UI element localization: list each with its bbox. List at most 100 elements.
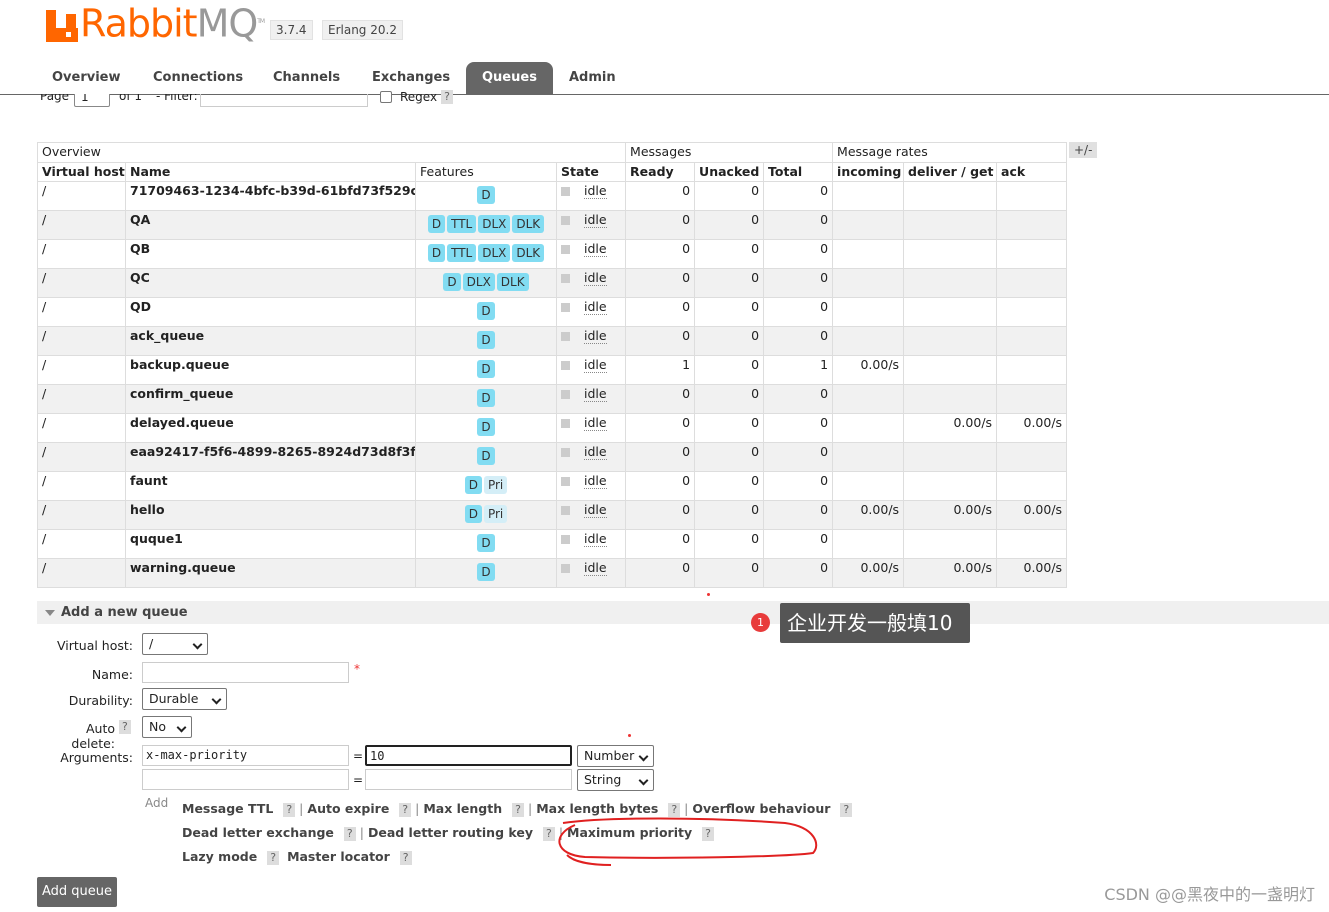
queue-name-link[interactable]: backup.queue xyxy=(125,355,416,385)
queue-name-link[interactable]: warning.queue xyxy=(125,558,416,588)
col-total[interactable]: Total xyxy=(763,162,834,182)
table-row[interactable]: / delayed.queue Didle 0 0 0 0.00/s 0.00/s xyxy=(37,413,1068,443)
unacked-cell: 0 xyxy=(694,297,765,327)
queue-name-link[interactable]: QD xyxy=(125,297,416,327)
argument-shortcut-link[interactable]: Lazy mode xyxy=(182,849,257,864)
table-row[interactable]: / ququе1 Didle 0 0 0 xyxy=(37,529,1068,559)
incoming-rate-cell xyxy=(832,210,905,240)
table-row[interactable]: / eaa92417-f5f6-4899-8265-8924d73d8f3f Did… xyxy=(37,442,1068,472)
tab-channels[interactable]: Channels xyxy=(257,62,356,94)
columns-toggle-button[interactable]: +/- xyxy=(1069,142,1098,158)
table-row[interactable]: / faunt D Pri idle 0 0 0 xyxy=(37,471,1068,501)
filter-input[interactable] xyxy=(200,94,368,107)
incoming-rate-cell xyxy=(832,413,905,443)
queue-name-link[interactable]: QB xyxy=(125,239,416,269)
tab-overview[interactable]: Overview xyxy=(36,62,137,94)
table-row[interactable]: /71709463-1234-4bfc-b39d-61bfd73f529c Did… xyxy=(37,181,1068,211)
incoming-rate-cell: 0.00/s xyxy=(832,500,905,530)
tab-connections[interactable]: Connections xyxy=(137,62,259,94)
argument-shortcut-link[interactable]: Dead letter exchange xyxy=(182,825,334,840)
argument-shortcut-link[interactable]: Message TTL xyxy=(182,801,273,816)
queue-name-link[interactable]: delayed.queue xyxy=(125,413,416,443)
tab-queues[interactable]: Queues xyxy=(466,62,553,94)
argument-shortcut-link[interactable]: Max length xyxy=(423,801,502,816)
argument-shortcut-link[interactable]: Max length bytes xyxy=(536,801,658,816)
col-unacked[interactable]: Unacked xyxy=(694,162,765,182)
col-incoming[interactable]: incoming xyxy=(832,162,905,182)
ack-rate-cell xyxy=(996,384,1068,414)
argument-shortcut-link[interactable]: Dead letter routing key xyxy=(368,825,533,840)
queue-name-input[interactable] xyxy=(142,662,349,683)
queue-name-link[interactable]: QA xyxy=(125,210,416,240)
col-virtual-host[interactable]: Virtual host xyxy=(37,162,126,182)
ready-cell: 0 xyxy=(625,384,696,414)
help-icon[interactable]: ? xyxy=(840,803,853,817)
argument-type-select-1[interactable]: Number xyxy=(577,745,654,767)
argument-key-input-2[interactable] xyxy=(142,769,349,790)
watermark: CSDN @@黑夜中的一盏明灯 xyxy=(1104,885,1315,904)
table-row[interactable]: / QA D TTL DLX DLK idle 0 0 0 xyxy=(37,210,1068,240)
col-deliver-get[interactable]: deliver / get xyxy=(903,162,998,182)
argument-key-input-1[interactable]: x-max-priority xyxy=(142,745,349,766)
queue-name-link[interactable]: hello xyxy=(125,500,416,530)
argument-value-input-1[interactable]: 10 xyxy=(365,745,572,766)
regex-checkbox[interactable] xyxy=(380,91,392,103)
argument-shortcut-link[interactable]: Auto expire xyxy=(307,801,389,816)
queue-name-link[interactable]: confirm_queue xyxy=(125,384,416,414)
regex-label: Regex xyxy=(400,90,438,104)
help-icon[interactable]: ? xyxy=(283,803,296,817)
add-queue-button[interactable]: Add queue xyxy=(37,877,117,907)
help-icon[interactable]: ? xyxy=(399,851,412,865)
table-row[interactable]: / confirm_queue Didle 0 0 0 xyxy=(37,384,1068,414)
state-cell: idle xyxy=(555,413,627,443)
argument-value-input-2[interactable] xyxy=(365,769,572,790)
annotation-dot xyxy=(628,734,631,737)
help-icon[interactable]: ? xyxy=(267,851,280,865)
help-icon[interactable]: ? xyxy=(512,803,524,817)
argument-type-select-2[interactable]: String xyxy=(577,769,654,791)
argument-shortcut-link[interactable]: Master locator xyxy=(287,849,390,864)
vhost-cell: / xyxy=(37,297,126,327)
ready-cell: 0 xyxy=(625,442,696,472)
rabbitmq-logo[interactable]: RabbitMQTM xyxy=(46,2,265,43)
features-cell: D TTL DLX DLK xyxy=(415,239,557,269)
ack-rate-cell xyxy=(996,355,1068,385)
queue-name-link[interactable]: faunt xyxy=(125,471,416,501)
page-select[interactable]: 1 xyxy=(74,94,110,107)
help-icon[interactable]: ? xyxy=(399,803,412,817)
table-row[interactable]: / QC D DLX DLK idle 0 0 0 xyxy=(37,268,1068,298)
auto-delete-select[interactable]: No xyxy=(142,716,192,738)
state-cell: idle xyxy=(555,210,627,240)
col-state[interactable]: State xyxy=(555,162,627,182)
col-ack[interactable]: ack xyxy=(996,162,1068,182)
separator: | xyxy=(527,801,533,816)
red-circle-annotation xyxy=(558,817,818,866)
queue-name-link[interactable]: QC xyxy=(125,268,416,298)
queue-name-link[interactable]: 71709463-1234-4bfc-b39d-61bfd73f529c xyxy=(125,181,416,211)
argument-shortcut-link[interactable]: Overflow behaviour xyxy=(692,801,830,816)
col-name[interactable]: Name xyxy=(125,162,416,182)
auto-delete-help-icon[interactable]: ? xyxy=(119,720,131,734)
vhost-select[interactable]: / xyxy=(142,633,208,655)
durability-select[interactable]: Durable xyxy=(142,688,227,710)
table-row[interactable]: / hello D Pri idle 0 0 0 0.00/s 0.00/s 0.00/s xyxy=(37,500,1068,530)
help-icon[interactable]: ? xyxy=(343,827,356,841)
table-row[interactable]: / backup.queue Didle 1 0 1 0.00/s xyxy=(37,355,1068,385)
state-cell: idle xyxy=(555,239,627,269)
state-label: idle xyxy=(584,531,607,547)
col-ready[interactable]: Ready xyxy=(625,162,696,182)
unacked-cell: 0 xyxy=(694,558,765,588)
features-cell: D xyxy=(415,529,557,559)
table-row[interactable]: / QB D TTL DLX DLK idle 0 0 0 xyxy=(37,239,1068,269)
vhost-label: Virtual host: xyxy=(56,638,133,653)
regex-help-icon[interactable]: ? xyxy=(441,90,453,104)
table-row[interactable]: / QD Didle 0 0 0 xyxy=(37,297,1068,327)
state-indicator-icon xyxy=(561,274,570,283)
queue-name-link[interactable]: ququе1 xyxy=(125,529,416,559)
queue-name-link[interactable]: eaa92417-f5f6-4899-8265-8924d73d8f3f xyxy=(125,442,416,472)
tab-admin[interactable]: Admin xyxy=(553,62,632,94)
queue-name-link[interactable]: ack_queue xyxy=(125,326,416,356)
table-row[interactable]: / warning.queue Didle 0 0 0 0.00/s 0.00/s 0.00/s xyxy=(37,558,1068,588)
table-row[interactable]: / ack_queue Didle 0 0 0 xyxy=(37,326,1068,356)
add-queue-section-header[interactable]: Add a new queue xyxy=(37,601,1329,624)
